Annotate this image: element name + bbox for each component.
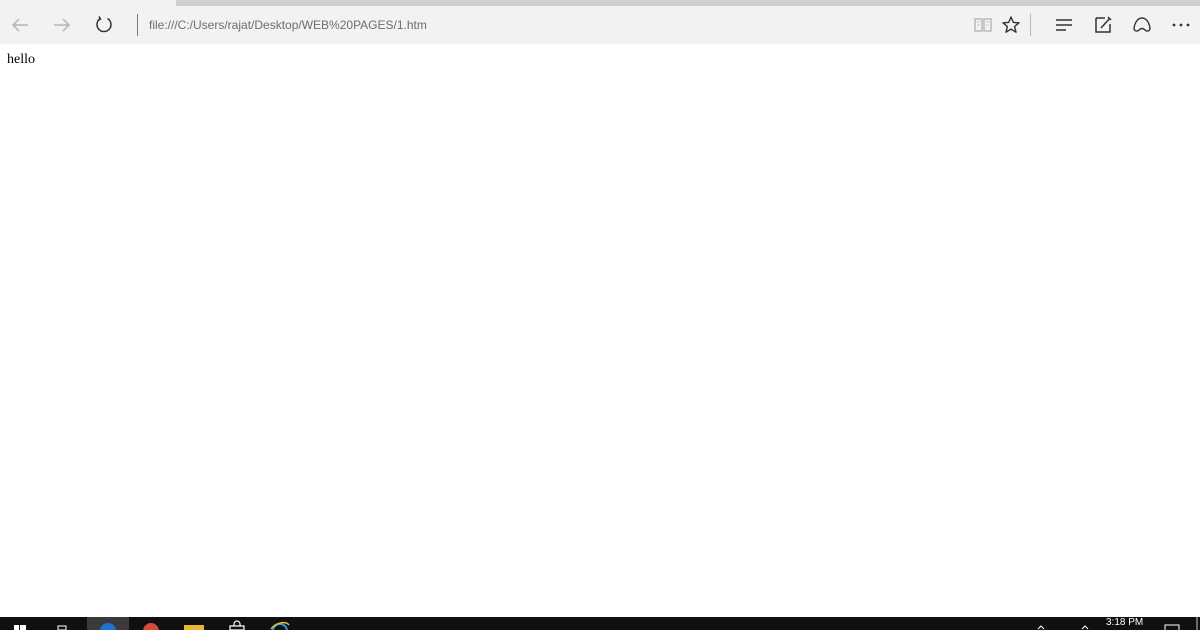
store-icon bbox=[226, 617, 248, 630]
more-button[interactable] bbox=[1161, 6, 1200, 44]
back-arrow-icon bbox=[10, 17, 30, 33]
toolbar-separator bbox=[1030, 14, 1031, 36]
reading-view-icon bbox=[973, 16, 993, 34]
taskbar-edge[interactable] bbox=[87, 617, 129, 630]
address-bar[interactable]: file:///C:/Users/rajat/Desktop/WEB%20PAG… bbox=[149, 6, 949, 44]
taskbar-store[interactable] bbox=[226, 617, 248, 630]
share-button[interactable] bbox=[1122, 6, 1162, 44]
hub-icon bbox=[1054, 17, 1074, 33]
internet-explorer-icon bbox=[268, 617, 292, 630]
navigation-bar: file:///C:/Users/rajat/Desktop/WEB%20PAG… bbox=[0, 6, 1200, 44]
forward-button[interactable] bbox=[42, 6, 82, 44]
share-icon bbox=[1131, 15, 1153, 35]
browser-window: file:///C:/Users/rajat/Desktop/WEB%20PAG… bbox=[0, 0, 1200, 630]
start-icon bbox=[10, 617, 30, 630]
taskbar-clock[interactable]: 3:18 PM bbox=[1106, 618, 1143, 628]
edge-icon bbox=[87, 617, 129, 630]
tray-chevron[interactable] bbox=[1036, 617, 1046, 630]
action-center-button[interactable] bbox=[1162, 617, 1182, 630]
page-text: hello bbox=[7, 52, 35, 67]
back-button[interactable] bbox=[0, 6, 40, 44]
show-desktop-button[interactable] bbox=[1196, 617, 1198, 630]
task-view-button[interactable] bbox=[52, 617, 72, 630]
taskbar: 3:18 PM bbox=[0, 617, 1200, 630]
hub-button[interactable] bbox=[1044, 6, 1084, 44]
taskbar-file-explorer[interactable] bbox=[182, 617, 206, 630]
web-note-button[interactable] bbox=[1083, 6, 1123, 44]
refresh-icon bbox=[94, 15, 114, 35]
more-icon bbox=[1171, 22, 1191, 28]
task-view-icon bbox=[52, 617, 72, 630]
taskbar-internet-explorer[interactable] bbox=[268, 617, 292, 630]
action-center-icon bbox=[1162, 617, 1182, 630]
page-content: hello bbox=[0, 44, 1200, 617]
address-separator bbox=[137, 14, 138, 36]
web-note-icon bbox=[1093, 15, 1113, 35]
taskbar-chrome[interactable] bbox=[140, 617, 162, 630]
file-explorer-icon bbox=[182, 617, 206, 630]
favorite-button[interactable] bbox=[991, 6, 1031, 44]
chrome-icon bbox=[140, 617, 162, 630]
forward-arrow-icon bbox=[52, 17, 72, 33]
refresh-button[interactable] bbox=[84, 6, 124, 44]
tray-network[interactable] bbox=[1080, 617, 1090, 630]
favorite-star-icon bbox=[1001, 15, 1021, 35]
start-button[interactable] bbox=[10, 617, 30, 630]
